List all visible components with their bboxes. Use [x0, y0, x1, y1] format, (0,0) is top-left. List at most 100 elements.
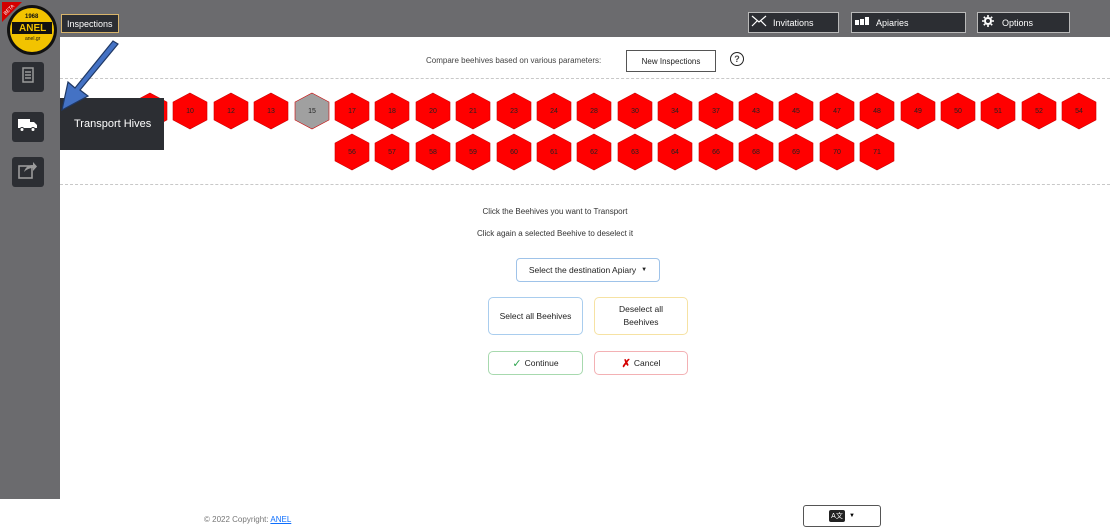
sidebar-item-inspections[interactable]	[12, 62, 44, 92]
options-button[interactable]: Options	[977, 12, 1070, 33]
beehive-hex[interactable]: 56	[334, 133, 370, 171]
apiaries-button[interactable]: Apiaries	[851, 12, 966, 33]
beehive-number: 69	[792, 148, 800, 156]
instruction-line-2: Click again a selected Beehive to desele…	[476, 229, 634, 238]
beehive-number: 12	[227, 107, 235, 115]
translate-icon: A文	[829, 510, 846, 522]
beehive-hex[interactable]: 48	[859, 92, 895, 130]
copyright-text: © 2022 Copyright:	[204, 515, 269, 524]
copyright: © 2022 Copyright: ANEL	[204, 515, 291, 524]
beehive-hex[interactable]: 30	[617, 92, 653, 130]
gear-icon	[978, 15, 998, 30]
logo-site: anel.gr	[25, 36, 41, 42]
inspections-button[interactable]: Inspections	[61, 14, 119, 33]
top-bar: Inspections Invitations Apiaries Options	[0, 0, 1110, 37]
invitations-button[interactable]: Invitations	[748, 12, 839, 33]
destination-apiary-label: Select the destination Apiary	[528, 265, 637, 275]
logo-year: 1968	[25, 14, 39, 20]
new-inspections-button[interactable]: New Inspections	[626, 50, 716, 72]
inspections-icon	[22, 66, 34, 88]
beehive-number: 57	[388, 148, 396, 156]
footer: © 2022 Copyright: ANEL A文 ▼	[0, 499, 1110, 527]
beehive-hex[interactable]: 57	[374, 133, 410, 171]
anel-link[interactable]: ANEL	[270, 515, 291, 524]
beehive-hex[interactable]: 54	[1061, 92, 1097, 130]
beehive-hex[interactable]: 58	[415, 133, 451, 171]
beehive-hex[interactable]: 20	[415, 92, 451, 130]
beehive-hex[interactable]: 68	[738, 133, 774, 171]
beehive-hex[interactable]: 34	[657, 92, 693, 130]
beehive-hex[interactable]: 24	[536, 92, 572, 130]
beehive-number: 70	[833, 148, 841, 156]
instruction-line-1: Click the Beehives you want to Transport	[482, 207, 628, 216]
beehive-number: 23	[510, 107, 518, 115]
pointer-arrow-icon	[61, 40, 119, 112]
beehive-number: 24	[550, 107, 558, 115]
beehive-hex[interactable]: 49	[900, 92, 936, 130]
language-button[interactable]: A文 ▼	[803, 505, 881, 527]
destination-apiary-dropdown[interactable]: Select the destination Apiary ▼	[516, 258, 660, 282]
deselect-all-button[interactable]: Deselect all Beehives	[594, 297, 688, 335]
beehive-number: 21	[469, 107, 477, 115]
beehive-hex[interactable]: 45	[778, 92, 814, 130]
select-all-button[interactable]: Select all Beehives	[488, 297, 583, 335]
invitations-label: Invitations	[773, 17, 814, 28]
beehive-number: 13	[267, 107, 275, 115]
anel-logo[interactable]: 1968 ANEL anel.gr BETA	[2, 2, 58, 58]
beehive-hex[interactable]: 18	[374, 92, 410, 130]
beehive-number: 45	[792, 107, 800, 115]
beehive-hex[interactable]: 51	[980, 92, 1016, 130]
sidebar	[0, 37, 60, 499]
beehive-number: 52	[1035, 107, 1043, 115]
beehive-hex[interactable]: 23	[496, 92, 532, 130]
beehive-hex[interactable]: 28	[576, 92, 612, 130]
beehive-number: 10	[186, 107, 194, 115]
beehive-number: 59	[469, 148, 477, 156]
beehive-hex[interactable]: 71	[859, 133, 895, 171]
cancel-label: Cancel	[633, 358, 661, 368]
beehive-hex[interactable]: 12	[213, 92, 249, 130]
logo-brand: ANEL	[19, 23, 47, 34]
beehive-number: 43	[752, 107, 760, 115]
beehive-hex[interactable]: 52	[1021, 92, 1057, 130]
beehive-hex[interactable]: 66	[698, 133, 734, 171]
truck-icon	[18, 118, 38, 137]
beehive-hex[interactable]: 70	[819, 133, 855, 171]
close-icon: ✗	[621, 357, 631, 370]
beehive-hex[interactable]: 10	[172, 92, 208, 130]
beehive-hex[interactable]: 43	[738, 92, 774, 130]
options-label: Options	[1002, 17, 1034, 28]
beehive-number: 50	[954, 107, 962, 115]
beehive-hex[interactable]: 21	[455, 92, 491, 130]
beehive-hex[interactable]: 63	[617, 133, 653, 171]
beehive-number: 34	[671, 107, 679, 115]
beehive-hex[interactable]: 47	[819, 92, 855, 130]
share-icon	[18, 161, 38, 184]
checkmark-icon: ✓	[512, 357, 522, 370]
divider-top	[60, 78, 1110, 79]
beehive-hex[interactable]: 60	[496, 133, 532, 171]
beehive-number: 66	[712, 148, 720, 156]
beehive-number: 47	[833, 107, 841, 115]
beehive-hex[interactable]: 69	[778, 133, 814, 171]
sidebar-item-share[interactable]	[12, 157, 44, 187]
beehive-hex[interactable]: 61	[536, 133, 572, 171]
help-icon[interactable]: ?	[730, 52, 744, 66]
continue-button[interactable]: ✓ Continue	[488, 351, 583, 375]
beehive-hex[interactable]: 13	[253, 92, 289, 130]
sidebar-item-transport[interactable]	[12, 112, 44, 142]
beehive-hex[interactable]: 62	[576, 133, 612, 171]
apiaries-icon	[852, 16, 872, 29]
beehive-number: 62	[590, 148, 598, 156]
compare-text: Compare beehives based on various parame…	[426, 56, 602, 65]
beehive-hex[interactable]: 50	[940, 92, 976, 130]
beehive-hex[interactable]: 37	[698, 92, 734, 130]
beehive-hex[interactable]: 17	[334, 92, 370, 130]
cancel-button[interactable]: ✗ Cancel	[594, 351, 688, 375]
beehive-hex[interactable]: 15	[294, 92, 330, 130]
beehive-number: 54	[1075, 107, 1083, 115]
beehive-hex[interactable]: 64	[657, 133, 693, 171]
beehive-number: 20	[429, 107, 437, 115]
beehive-hex[interactable]: 59	[455, 133, 491, 171]
beehive-number: 58	[429, 148, 437, 156]
